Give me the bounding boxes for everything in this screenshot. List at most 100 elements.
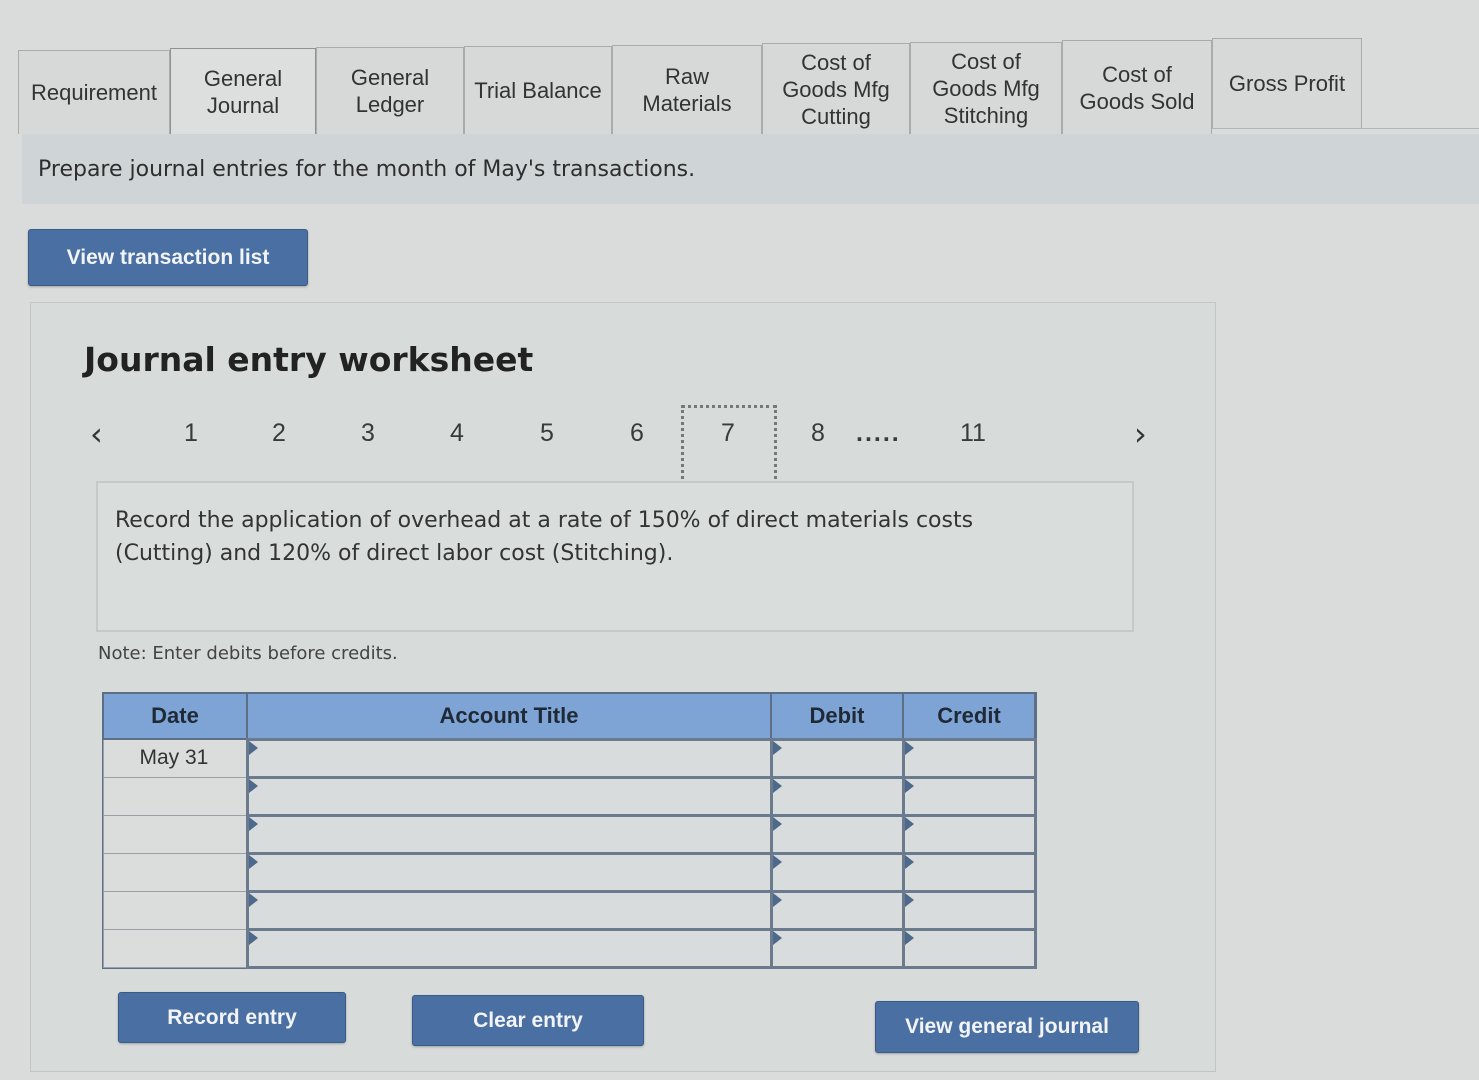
debits-note: Note: Enter debits before credits. (98, 643, 398, 664)
table-row (102, 813, 1037, 855)
credit-input[interactable] (904, 816, 1034, 852)
tab-gross-profit[interactable]: Gross Profit (1212, 38, 1362, 128)
worksheet-title: Journal entry worksheet (84, 340, 534, 379)
cell-marker-icon (248, 854, 258, 869)
record-entry-button[interactable]: Record entry (118, 992, 346, 1043)
debit-input[interactable] (772, 740, 902, 776)
pager-ellipsis: ..... (856, 419, 901, 447)
debit-cell (769, 927, 905, 969)
date-cell (102, 776, 248, 816)
cell-marker-icon (248, 740, 258, 755)
pager-item-11[interactable]: 11 (960, 419, 986, 448)
tab-label: Requirement (31, 80, 157, 105)
table-row (102, 775, 1037, 817)
account-title-input[interactable] (248, 778, 770, 814)
tab-cogm-cutting[interactable]: Cost of Goods Mfg Cutting (762, 43, 910, 134)
pager-item-6[interactable]: 6 (630, 419, 644, 448)
cell-marker-icon (904, 930, 914, 945)
credit-cell (901, 889, 1037, 931)
account-cell (245, 927, 773, 969)
debit-input[interactable] (772, 816, 902, 852)
entry-pager: ‹ 1 2 3 4 5 6 7 8 ..... 11 › (0, 405, 1216, 485)
credit-input[interactable] (904, 930, 1034, 966)
account-cell (245, 851, 773, 893)
cell-marker-icon (248, 816, 258, 831)
view-transaction-list-button[interactable]: View transaction list (28, 229, 308, 286)
account-title-input[interactable] (248, 740, 770, 776)
credit-input[interactable] (904, 778, 1034, 814)
column-header-date: Date (102, 692, 248, 740)
chevron-left-icon[interactable]: ‹ (90, 415, 103, 453)
credit-cell (901, 813, 1037, 855)
cell-marker-icon (904, 816, 914, 831)
chevron-right-icon[interactable]: › (1134, 415, 1147, 453)
credit-cell (901, 737, 1037, 779)
tab-requirement[interactable]: Requirement (18, 50, 170, 134)
account-title-input[interactable] (248, 930, 770, 966)
tab-cogm-stitching[interactable]: Cost of Goods Mfg Stitching (910, 42, 1062, 134)
debit-input[interactable] (772, 892, 902, 928)
pager-item-4[interactable]: 4 (450, 419, 464, 448)
credit-input[interactable] (904, 892, 1034, 928)
account-cell (245, 775, 773, 817)
cell-marker-icon (248, 778, 258, 793)
pager-item-3[interactable]: 3 (361, 419, 375, 448)
view-general-journal-button[interactable]: View general journal (875, 1001, 1139, 1053)
cell-marker-icon (904, 854, 914, 869)
credit-cell (901, 775, 1037, 817)
cell-marker-icon (772, 778, 782, 793)
cell-marker-icon (904, 740, 914, 755)
debit-input[interactable] (772, 854, 902, 890)
tab-bar: Requirement General Journal General Ledg… (18, 38, 1362, 134)
column-header-debit: Debit (770, 692, 904, 740)
tab-label: Gross Profit (1228, 71, 1346, 96)
credit-input[interactable] (904, 854, 1034, 890)
account-title-input[interactable] (248, 816, 770, 852)
account-title-input[interactable] (248, 854, 770, 890)
debit-cell (769, 813, 905, 855)
tab-cost-of-goods-sold[interactable]: Cost of Goods Sold (1062, 40, 1212, 134)
date-cell (102, 890, 248, 930)
cell-marker-icon (772, 854, 782, 869)
tab-general-ledger[interactable]: General Ledger (316, 47, 464, 134)
date-cell (102, 852, 248, 892)
table-row (102, 927, 1037, 969)
debit-input[interactable] (772, 930, 902, 966)
instruction-text: Prepare journal entries for the month of… (38, 157, 696, 182)
cell-marker-icon (248, 892, 258, 907)
table-row (102, 889, 1037, 931)
pager-item-7[interactable]: 7 (721, 419, 735, 448)
pager-item-5[interactable]: 5 (540, 419, 554, 448)
date-cell (102, 928, 248, 968)
credit-input[interactable] (904, 740, 1034, 776)
date-cell (102, 814, 248, 854)
table-row: May 31 (102, 737, 1037, 779)
debit-cell (769, 851, 905, 893)
tab-label: Cost of Goods Mfg Cutting (782, 49, 890, 129)
clear-entry-button[interactable]: Clear entry (412, 995, 644, 1046)
tab-label: Cost of Goods Sold (1079, 61, 1195, 114)
account-title-input[interactable] (248, 892, 770, 928)
table-row (102, 851, 1037, 893)
tab-trial-balance[interactable]: Trial Balance (464, 46, 612, 134)
debit-cell (769, 737, 905, 779)
pager-item-1[interactable]: 1 (184, 419, 198, 448)
debit-cell (769, 775, 905, 817)
column-header-credit: Credit (902, 692, 1036, 740)
tab-label: General Journal (203, 65, 283, 118)
tab-label: Cost of Goods Mfg Stitching (932, 49, 1040, 128)
tab-raw-materials[interactable]: Raw Materials (612, 45, 762, 134)
cell-marker-icon (772, 892, 782, 907)
tab-general-journal[interactable]: General Journal (170, 48, 316, 134)
debit-input[interactable] (772, 778, 902, 814)
date-cell: May 31 (102, 738, 248, 778)
cell-marker-icon (904, 778, 914, 793)
pager-item-8[interactable]: 8 (811, 419, 825, 448)
credit-cell (901, 851, 1037, 893)
cell-marker-icon (772, 740, 782, 755)
account-cell (245, 889, 773, 931)
tab-label: General Ledger (350, 65, 430, 117)
cell-marker-icon (772, 816, 782, 831)
journal-entry-table: Date Account Title Debit Credit May 31 (102, 692, 1037, 969)
pager-item-2[interactable]: 2 (272, 419, 286, 448)
